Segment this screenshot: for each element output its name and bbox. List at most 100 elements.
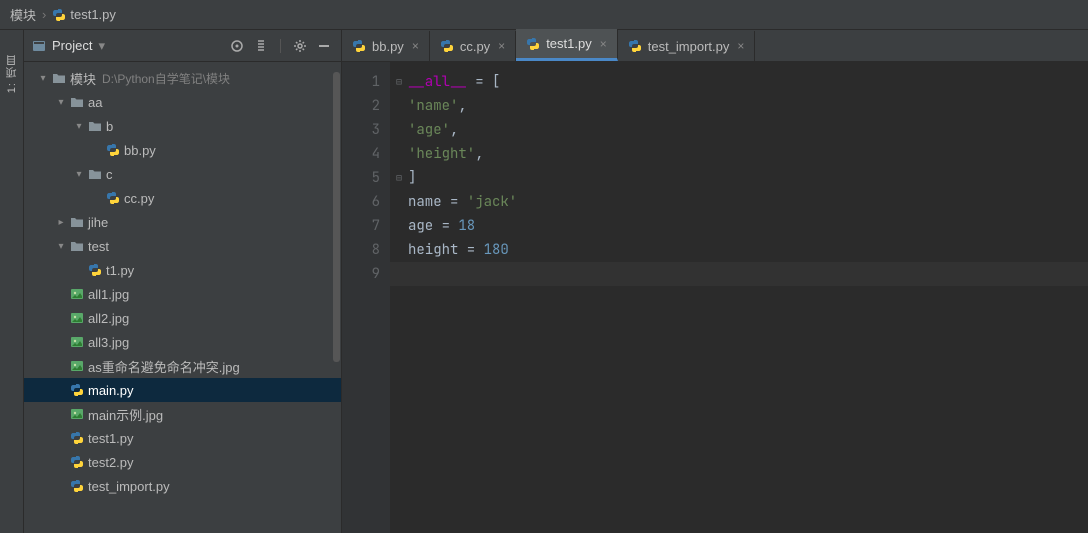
hide-button[interactable] — [315, 37, 333, 55]
tree-file[interactable]: all2.jpg — [24, 306, 341, 330]
close-icon[interactable]: × — [410, 39, 421, 53]
expand-icon — [254, 39, 268, 53]
project-view-label: Project — [52, 38, 92, 53]
tab-label: test_import.py — [648, 39, 730, 54]
line-gutter: 123456789 — [342, 62, 390, 533]
code-line[interactable]: 'age', — [390, 118, 1088, 142]
tree-folder[interactable]: ▾b — [24, 114, 341, 138]
tree-item-label: main示例.jpg — [86, 405, 163, 424]
tool-window-bar-left: 1: 项目 — [0, 30, 24, 533]
tree-file[interactable]: all1.jpg — [24, 282, 341, 306]
tree-file[interactable]: as重命名避免命名冲突.jpg — [24, 354, 341, 378]
tree-item-note: D:\Python自学笔记\模块 — [96, 70, 230, 87]
editor-tab[interactable]: test_import.py × — [618, 31, 756, 61]
tree-twisty[interactable]: ▾ — [72, 121, 86, 132]
code-line[interactable]: 'height', — [390, 142, 1088, 166]
editor-tab[interactable]: test1.py× — [516, 29, 618, 61]
tree-file[interactable]: cc.py — [24, 186, 341, 210]
tree-item-label: bb.py — [122, 143, 156, 158]
project-tree[interactable]: ▾模块D:\Python自学笔记\模块▾aa▾bbb.py▾ccc.py▸jih… — [24, 62, 341, 533]
tree-item-label: 模块 — [68, 69, 96, 88]
project-tool-header: Project ▾ — [24, 30, 341, 62]
breadcrumb-separator: › — [42, 7, 46, 22]
code-line[interactable]: height = 180 — [390, 238, 1088, 262]
code-line[interactable]: ⊟__all__ = [ — [390, 70, 1088, 94]
tree-item-label: t1.py — [104, 263, 134, 278]
img-icon — [68, 407, 86, 421]
tree-folder[interactable]: ▾c — [24, 162, 341, 186]
editor-tab[interactable]: bb.py × — [342, 31, 430, 61]
tree-twisty[interactable]: ▾ — [54, 97, 68, 108]
code-line[interactable]: age = 18 — [390, 214, 1088, 238]
tree-file[interactable]: test_import.py — [24, 474, 341, 498]
breadcrumb-root-label: 模块 — [10, 5, 36, 24]
editor-tab[interactable]: cc.py × — [430, 31, 516, 61]
project-icon — [32, 39, 46, 53]
tree-twisty[interactable]: ▾ — [54, 241, 68, 252]
close-icon[interactable]: × — [496, 39, 507, 53]
tree-item-label: aa — [86, 95, 102, 110]
close-icon[interactable]: × — [735, 39, 746, 53]
project-tool-window: Project ▾ ▾模块D:\Python自学笔记\模块▾aa▾bbb.py▾… — [24, 30, 342, 533]
python-file-icon — [628, 39, 642, 53]
tree-twisty[interactable]: ▾ — [72, 169, 86, 180]
folder-icon — [68, 95, 86, 109]
fold-marker[interactable]: ⊟ — [390, 70, 408, 94]
tree-item-label: all3.jpg — [86, 335, 129, 350]
target-icon — [230, 39, 244, 53]
editor-tabs: bb.py×cc.py×test1.py×test_import.py× — [342, 30, 1088, 62]
minimize-icon — [317, 39, 331, 53]
folder-icon — [86, 119, 104, 133]
folder-icon — [68, 215, 86, 229]
tree-file[interactable]: main示例.jpg — [24, 402, 341, 426]
tree-item-label: jihe — [86, 215, 108, 230]
breadcrumb-file[interactable]: test1.py — [52, 7, 116, 22]
tree-item-label: b — [104, 119, 113, 134]
tree-folder[interactable]: ▾ aa — [24, 90, 341, 114]
close-icon[interactable]: × — [598, 37, 609, 51]
line-number: 5 — [342, 166, 380, 190]
tree-file[interactable]: bb.py — [24, 138, 341, 162]
img-icon — [68, 335, 86, 349]
tree-folder[interactable]: ▾ 模块D:\Python自学笔记\模块 — [24, 66, 341, 90]
line-number: 6 — [342, 190, 380, 214]
code-line[interactable]: 'name', — [390, 94, 1088, 118]
code-editor[interactable]: 123456789 ⊟__all__ = [ 'name', 'age', 'h… — [342, 62, 1088, 533]
fold-marker[interactable]: ⊟ — [390, 166, 408, 190]
tree-folder[interactable]: ▸ jihe — [24, 210, 341, 234]
gear-icon — [293, 39, 307, 53]
locate-button[interactable] — [228, 37, 246, 55]
py-icon — [68, 431, 86, 445]
breadcrumb-root[interactable]: 模块 — [10, 5, 36, 24]
img-icon — [68, 311, 86, 325]
tree-item-label: all1.jpg — [86, 287, 129, 302]
chevron-down-icon: ▾ — [98, 38, 105, 54]
expand-all-button[interactable] — [252, 37, 270, 55]
tree-file[interactable]: test1.py — [24, 426, 341, 450]
settings-button[interactable] — [291, 37, 309, 55]
code-line[interactable]: ⊟] — [390, 166, 1088, 190]
tab-label: cc.py — [460, 39, 490, 54]
tree-item-label: c — [104, 167, 113, 182]
tree-twisty[interactable]: ▸ — [54, 217, 68, 228]
project-tool-button[interactable]: 1: 项目 — [4, 54, 20, 93]
tree-item-label: main.py — [86, 383, 134, 398]
tree-twisty[interactable]: ▾ — [36, 73, 50, 84]
code-line[interactable]: name = 'jack' — [390, 190, 1088, 214]
tree-folder[interactable]: ▾test — [24, 234, 341, 258]
code-line[interactable] — [390, 262, 1088, 286]
tree-item-label: test_import.py — [86, 479, 170, 494]
code-lines[interactable]: ⊟__all__ = [ 'name', 'age', 'height',⊟]n… — [390, 62, 1088, 533]
tree-file[interactable]: main.py — [24, 378, 341, 402]
tree-file[interactable]: t1.py — [24, 258, 341, 282]
tree-file[interactable]: all3.jpg — [24, 330, 341, 354]
editor-area: bb.py×cc.py×test1.py×test_import.py× 123… — [342, 30, 1088, 533]
tab-label: bb.py — [372, 39, 404, 54]
py-icon — [68, 479, 86, 493]
scrollbar-thumb[interactable] — [333, 72, 340, 362]
project-view-selector[interactable]: Project ▾ — [32, 38, 222, 54]
breadcrumb-file-label: test1.py — [70, 7, 116, 22]
python-file-icon — [52, 8, 66, 22]
tree-file[interactable]: test2.py — [24, 450, 341, 474]
python-file-icon — [352, 39, 366, 53]
